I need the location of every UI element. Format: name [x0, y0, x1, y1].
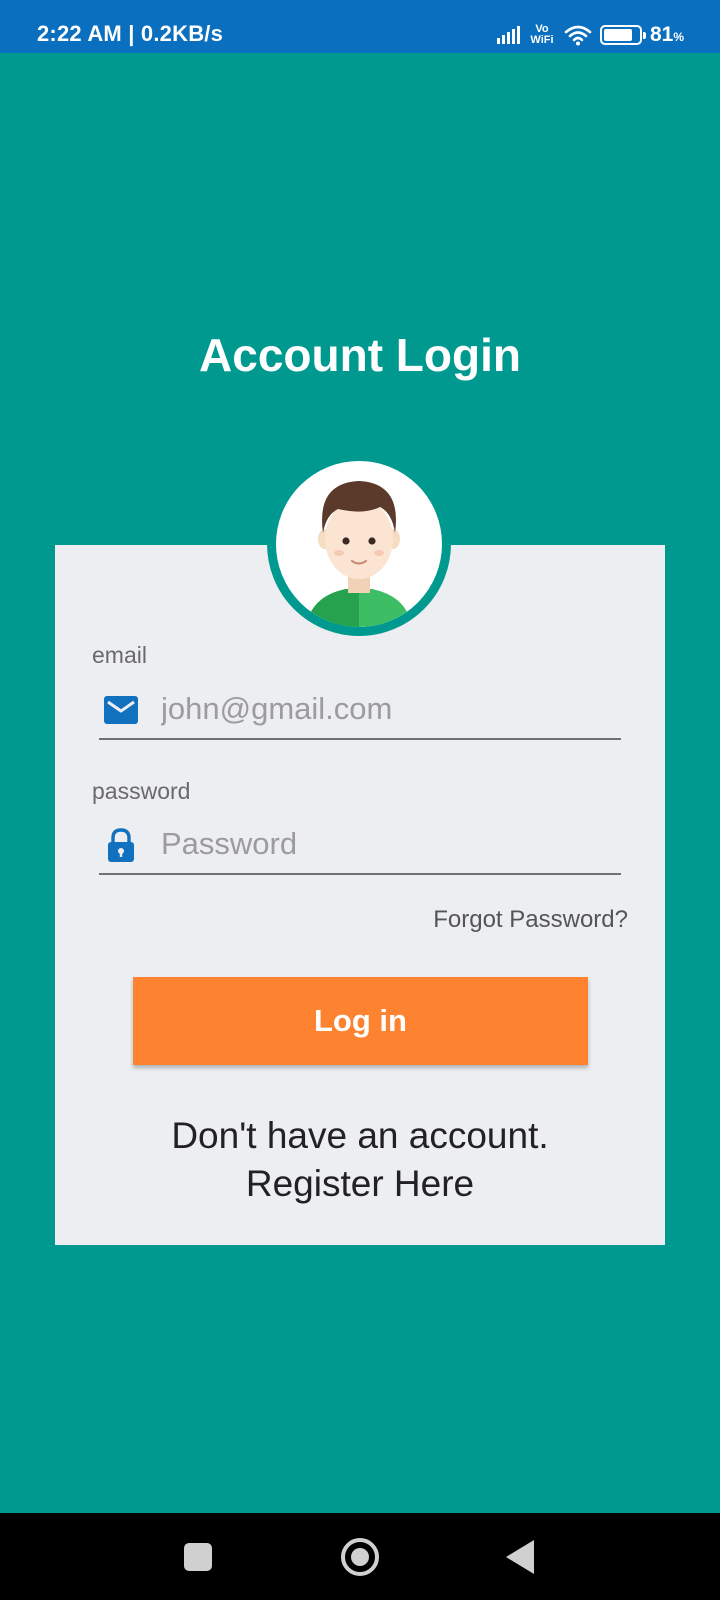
- register-line-1: Don't have an account.: [171, 1115, 549, 1156]
- mail-icon: [104, 696, 138, 724]
- forgot-password-link[interactable]: Forgot Password?: [433, 906, 628, 934]
- avatar: [267, 452, 451, 636]
- password-label: password: [92, 778, 191, 804]
- battery-fill: [603, 29, 632, 41]
- status-time: 2:22 AM | 0.2KB/s: [37, 21, 224, 46]
- status-bar: 2:22 AM | 0.2KB/s Vo WiFi 81%: [0, 0, 720, 53]
- status-icons: Vo WiFi 81%: [496, 20, 684, 50]
- navigation-bar: [0, 1513, 720, 1600]
- password-input[interactable]: [161, 821, 611, 867]
- user-avatar-icon: [306, 481, 412, 627]
- page-title: Account Login: [199, 329, 521, 381]
- vowifi-icon: Vo WiFi: [530, 23, 554, 46]
- battery-percent: 81%: [649, 23, 684, 46]
- register-line-2: Register Here: [245, 1163, 475, 1204]
- back-button[interactable]: [506, 1540, 534, 1574]
- email-input[interactable]: [161, 686, 611, 732]
- password-field[interactable]: [99, 815, 621, 875]
- lock-icon: [108, 828, 134, 862]
- wifi-icon: [564, 25, 592, 46]
- email-field[interactable]: [99, 680, 621, 740]
- register-link[interactable]: Don't have an account. Register Here: [55, 1112, 665, 1208]
- login-button[interactable]: Log in: [133, 977, 588, 1065]
- email-label: email: [92, 642, 147, 668]
- recents-button[interactable]: [184, 1543, 212, 1571]
- home-button[interactable]: [341, 1538, 379, 1576]
- signal-icon: [496, 26, 520, 44]
- battery-icon: [599, 25, 646, 45]
